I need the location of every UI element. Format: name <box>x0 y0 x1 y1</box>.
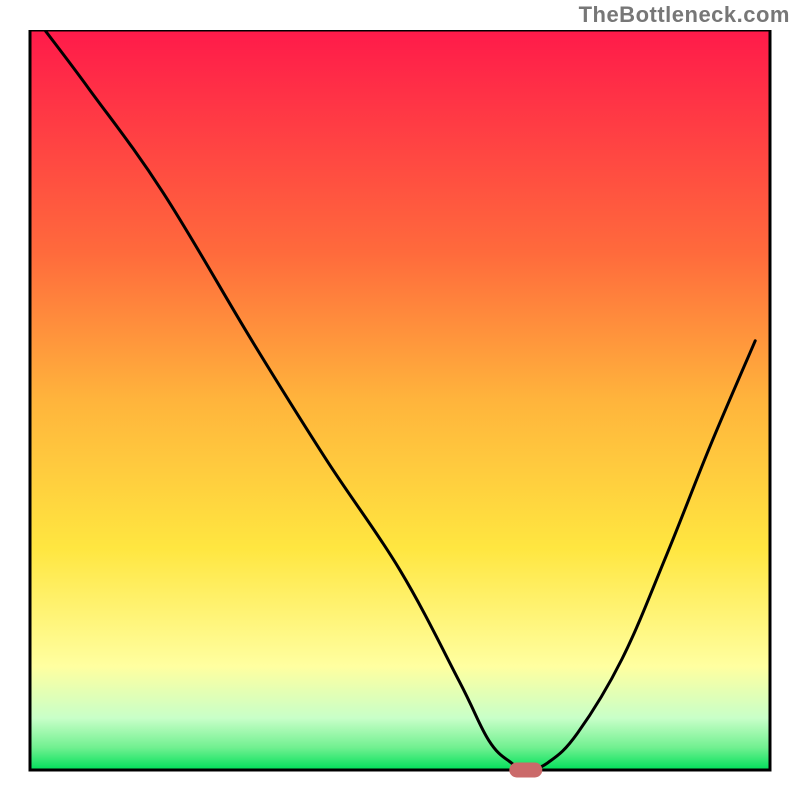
watermark-text: TheBottleneck.com <box>579 2 790 28</box>
plot-area <box>30 30 770 770</box>
optimal-marker <box>510 763 542 777</box>
chart-svg <box>0 30 800 800</box>
chart-container: TheBottleneck.com <box>0 0 800 800</box>
